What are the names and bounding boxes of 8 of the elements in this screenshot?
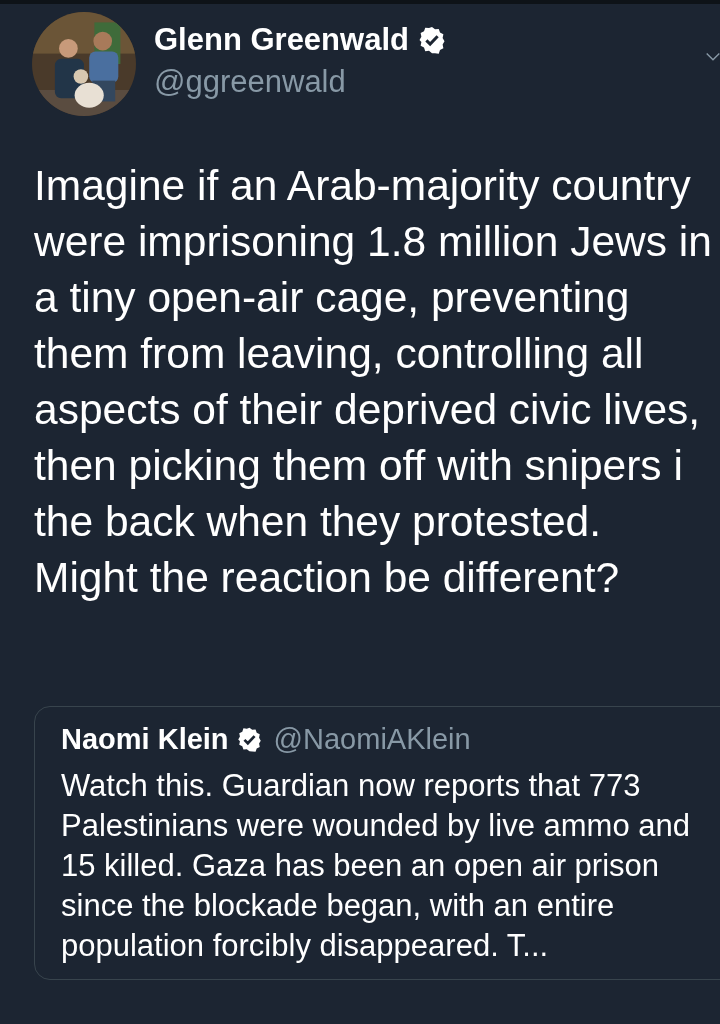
chevron-icon[interactable] (706, 52, 720, 62)
quoted-tweet-text: Watch this. Guardian now reports that 773 Palestinians were wounded by live ammo and 15 killed. Gaza has been an open air prison since the blockade began, with an entire population forcibly disappeared. T... (61, 767, 691, 965)
quoted-author-handle: @NaomiAKlein (273, 723, 471, 756)
quoted-author-name: Naomi Klein (61, 723, 229, 756)
author-name: Glenn Greenwald (154, 22, 409, 58)
quoted-tweet-card[interactable] (34, 706, 720, 980)
tweet-text: Imagine if an Arab-majority country were imprisoning 1.8 million Jews in a tiny open-air cage, preventing them from leaving, controlling all aspects of their deprived civic lives, then picking them off with snipers i the back when they protested. Might the reaction be different? (34, 161, 713, 603)
author-handle: @ggreenwald (154, 64, 347, 100)
